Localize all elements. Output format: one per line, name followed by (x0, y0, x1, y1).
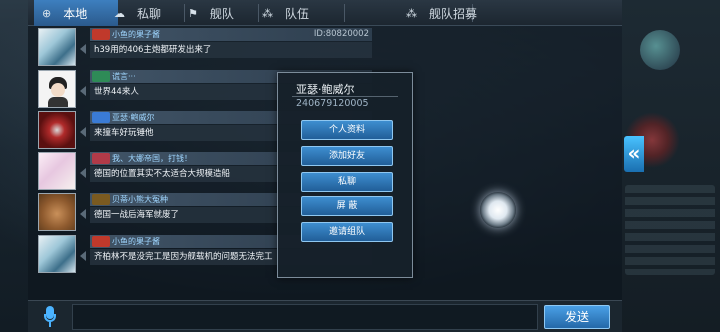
bubble-arrow (80, 127, 86, 137)
send-button[interactable]: 发送 (544, 305, 610, 329)
teddy-bear-avatar-icon[interactable] (38, 193, 76, 231)
chat-input[interactable] (72, 304, 538, 330)
invite-team-button[interactable]: 邀请组队 (301, 222, 393, 242)
message-text: h39用的406主炮都研发出来了 (90, 42, 372, 58)
team-icon: ⁂ (262, 6, 273, 20)
sender-name: 贝蒂小熊大冤种 (112, 195, 168, 204)
player-badge-icon (92, 153, 110, 164)
divider (292, 96, 398, 97)
cartoon-boy-avatar-icon[interactable] (38, 70, 76, 108)
bubble-arrow (80, 209, 86, 219)
player-badge-icon (92, 236, 110, 247)
sender-name-bar[interactable]: 小鱼的果子酱 ID:80820002 (90, 28, 372, 41)
profile-button[interactable]: 个人资料 (301, 120, 393, 140)
sender-name: 我、大娜帝国，打钱！ (112, 154, 192, 163)
tab-fleet[interactable]: ⚑ 舰队 (188, 0, 258, 26)
emblem-avatar-icon[interactable] (38, 111, 76, 149)
sender-name: 亚瑟·鲍威尔 (112, 113, 155, 122)
tab-label: 舰队 (209, 6, 234, 21)
block-button[interactable]: 屏 蔽 (301, 196, 393, 216)
chat-message: 小鱼的果子酱 ID:80820002 h39用的406主炮都研发出来了 (36, 28, 372, 68)
sender-id: ID:80820002 (313, 29, 369, 39)
chat-tab-bar: ⊕ 本地 ☁ 私聊 ⚑ 舰队 ⁂ 队伍 ⁂ 舰队招募 (28, 0, 622, 26)
player-badge-icon (92, 71, 110, 82)
tab-label: 队伍 (285, 6, 310, 21)
chat-bubble-icon: ☁ (114, 6, 125, 20)
bubble-arrow (80, 251, 86, 261)
anime-avatar-icon[interactable] (38, 28, 76, 66)
hud-avatar (640, 30, 680, 70)
sender-name: 谎言··· (112, 72, 136, 81)
context-player-id: 240679120005 (296, 98, 369, 109)
tab-label: 私聊 (137, 6, 162, 21)
tab-private-chat[interactable]: ☁ 私聊 (114, 0, 186, 26)
player-badge-icon (92, 112, 110, 123)
player-badge-icon (92, 29, 110, 40)
anime-girl-avatar-icon[interactable] (38, 152, 76, 190)
microphone-icon[interactable] (42, 306, 58, 328)
bubble-arrow (80, 168, 86, 178)
tab-fleet-recruit[interactable]: ⁂ 舰队招募 (406, 0, 496, 26)
sender-name: 小鱼的果子酱 (112, 237, 160, 246)
hud-stats-list (625, 185, 715, 275)
tab-team[interactable]: ⁂ 队伍 (262, 0, 344, 26)
player-context-menu: 亚瑟·鲍威尔 240679120005 个人资料 添加好友 私聊 屏 蔽 邀请组… (277, 72, 413, 278)
context-player-name: 亚瑟·鲍威尔 (296, 83, 355, 96)
anime-avatar-icon[interactable] (38, 235, 76, 273)
globe-icon: ⊕ (42, 6, 52, 20)
player-badge-icon (92, 194, 110, 205)
private-chat-button[interactable]: 私聊 (301, 172, 393, 192)
collapse-chat-button[interactable]: « (624, 136, 644, 172)
tab-local[interactable]: ⊕ 本地 (34, 0, 118, 26)
recruit-icon: ⁂ (406, 6, 417, 20)
fleet-icon: ⚑ (188, 6, 198, 20)
sender-name: 小鱼的果子酱 (112, 30, 160, 39)
bubble-arrow (80, 44, 86, 54)
bubble-arrow (80, 86, 86, 96)
tab-label: 舰队招募 (429, 6, 478, 21)
add-friend-button[interactable]: 添加好友 (301, 146, 393, 166)
tab-label: 本地 (63, 6, 88, 21)
floating-assist-button[interactable] (480, 192, 516, 228)
